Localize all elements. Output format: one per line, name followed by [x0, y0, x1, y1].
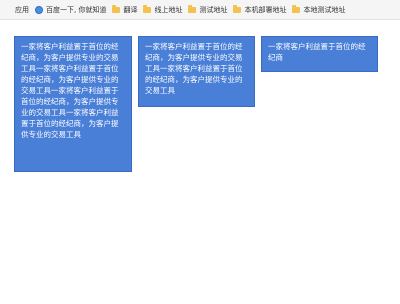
- bookmark-label: 线上地址: [154, 5, 183, 14]
- card-text: 一家将客户利益置于首位的经纪商，为客户提供专业的交易工具一家将客户利益置于首位的…: [145, 42, 243, 95]
- folder-icon: [188, 5, 197, 13]
- bookmark-local-test[interactable]: 本地测试地址: [292, 0, 346, 19]
- globe-icon: [35, 5, 43, 14]
- bookmark-label: 翻译: [123, 5, 138, 14]
- bookmark-apps-label: 应用: [15, 5, 29, 14]
- bookmark-label: 测试地址: [199, 5, 228, 14]
- bookmarks-bar: 应用 百度一下, 你就知道 翻译 线上地址 测试地址 本机部署地址 本地测试地址: [0, 0, 400, 20]
- apps-grid-icon: [4, 6, 12, 14]
- card-text: 一家将客户利益置于首位的经纪商，为客户提供专业的交易工具一家将客户利益置于首位的…: [21, 42, 119, 139]
- folder-icon: [143, 5, 152, 13]
- bookmark-label: 本地测试地址: [303, 5, 346, 14]
- bookmark-apps[interactable]: 应用: [4, 0, 29, 19]
- folder-icon: [112, 5, 121, 13]
- bookmark-test[interactable]: 测试地址: [188, 0, 228, 19]
- bookmark-label: 本机部署地址: [244, 5, 287, 14]
- folder-icon: [233, 5, 242, 13]
- content-card: 一家将客户利益置于首位的经纪商: [261, 36, 378, 72]
- card-text: 一家将客户利益置于首位的经纪商: [268, 42, 366, 62]
- folder-icon: [292, 5, 301, 13]
- bookmark-local-deploy[interactable]: 本机部署地址: [233, 0, 287, 19]
- content-card: 一家将客户利益置于首位的经纪商，为客户提供专业的交易工具一家将客户利益置于首位的…: [138, 36, 255, 107]
- content-card: 一家将客户利益置于首位的经纪商，为客户提供专业的交易工具一家将客户利益置于首位的…: [14, 36, 132, 172]
- bookmark-label: 百度一下, 你就知道: [46, 5, 107, 14]
- bookmark-translate[interactable]: 翻译: [112, 0, 138, 19]
- bookmark-baidu[interactable]: 百度一下, 你就知道: [35, 0, 107, 19]
- bookmark-online[interactable]: 线上地址: [143, 0, 183, 19]
